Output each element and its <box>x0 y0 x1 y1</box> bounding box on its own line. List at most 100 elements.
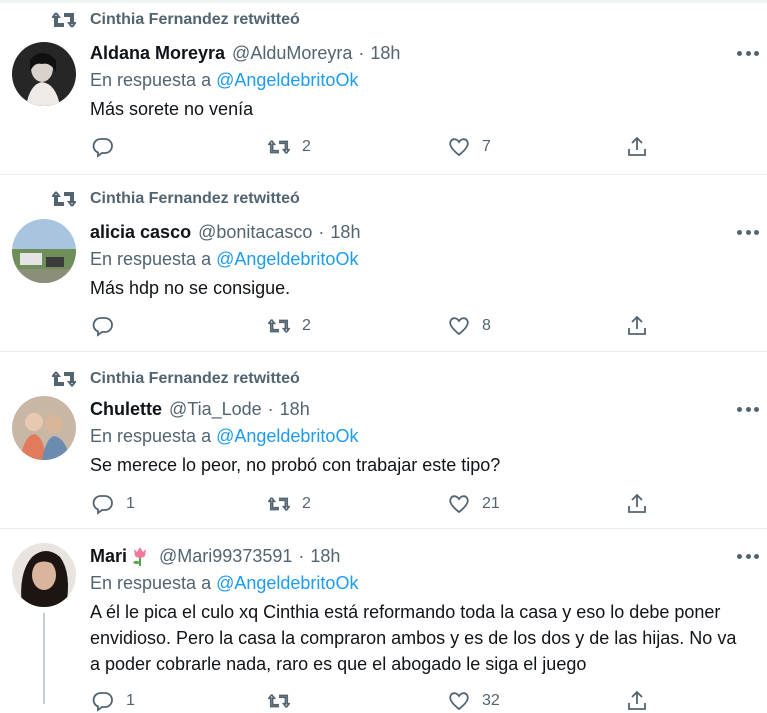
reply-prefix: En respuesta a <box>90 70 212 90</box>
tweet-actions: 1 32 <box>90 689 670 713</box>
separator-dot: · <box>298 545 305 566</box>
timestamp[interactable]: 18h <box>310 546 340 567</box>
reply-icon <box>92 138 113 158</box>
more-icon[interactable] <box>737 48 759 58</box>
tweet-header: Mari @Mari99373591 · 18h <box>90 543 340 569</box>
tweet-header: Aldana Moreyra @AlduMoreyra · 18h <box>90 40 400 66</box>
more-icon[interactable] <box>737 404 759 414</box>
timestamp[interactable]: 18h <box>330 222 360 243</box>
retweet-icon <box>52 191 76 207</box>
tweet-text: Más hdp no se consigue. <box>90 278 291 298</box>
tweet-actions: 1 2 21 <box>90 492 670 516</box>
tweet-text: Se merece lo peor, no probó con trabajar… <box>90 455 501 475</box>
retweet-icon <box>268 319 290 333</box>
tweet-text: Más sorete no venía <box>90 99 254 119</box>
like-count: 8 <box>482 317 491 334</box>
retweet-count: 2 <box>302 495 311 512</box>
tweet[interactable]: Cinthia Fernandez retwitteó alicia casco… <box>0 175 767 352</box>
reply-count: 1 <box>126 495 135 512</box>
like-button[interactable]: 32 <box>448 689 500 713</box>
reply-context: En respuesta a @AngeldebritoOk <box>90 70 358 94</box>
retweet-label: Cinthia Fernandez retwitteó <box>90 190 300 207</box>
like-count: 21 <box>482 495 500 512</box>
retweet-icon <box>268 497 290 511</box>
author-name[interactable]: Mari <box>90 546 127 567</box>
reply-button[interactable] <box>92 135 126 159</box>
retweet-icon <box>52 371 76 387</box>
share-icon <box>628 136 646 156</box>
retweet-icon <box>268 694 290 708</box>
like-button[interactable]: 8 <box>448 314 491 338</box>
reply-mention[interactable]: @AngeldebritoOk <box>216 70 358 90</box>
reply-mention[interactable]: @AngeldebritoOk <box>216 249 358 269</box>
author-name[interactable]: alicia casco <box>90 222 191 243</box>
reply-context: En respuesta a @AngeldebritoOk <box>90 249 358 273</box>
timestamp[interactable]: 18h <box>370 43 400 64</box>
share-icon <box>628 690 646 710</box>
retweet-label: Cinthia Fernandez retwitteó <box>90 370 300 387</box>
author-handle[interactable]: @Mari99373591 <box>159 546 292 567</box>
tweet[interactable]: Cinthia Fernandez retwitteó Chulette @Ti… <box>0 352 767 529</box>
share-button[interactable] <box>626 492 660 516</box>
reply-mention[interactable]: @AngeldebritoOk <box>216 573 358 593</box>
retweet-context: Cinthia Fernandez retwitteó <box>52 369 300 389</box>
reply-context: En respuesta a @AngeldebritoOk <box>90 426 358 450</box>
avatar[interactable] <box>12 543 76 607</box>
retweet-button[interactable]: 2 <box>268 135 311 159</box>
share-icon <box>628 315 646 335</box>
avatar[interactable] <box>12 396 76 460</box>
heart-icon <box>449 317 469 336</box>
reply-button[interactable]: 1 <box>92 689 135 713</box>
retweet-button[interactable] <box>268 689 302 713</box>
heart-icon <box>449 692 469 711</box>
retweet-context: Cinthia Fernandez retwitteó <box>52 189 300 209</box>
separator-dot: · <box>358 42 365 63</box>
share-button[interactable] <box>626 314 660 338</box>
retweet-button[interactable]: 2 <box>268 492 311 516</box>
like-button[interactable]: 21 <box>448 492 500 516</box>
reply-prefix: En respuesta a <box>90 426 212 446</box>
author-handle[interactable]: @AlduMoreyra <box>232 43 352 64</box>
retweet-count: 2 <box>302 138 311 155</box>
heart-icon <box>449 138 469 157</box>
reply-mention[interactable]: @AngeldebritoOk <box>216 426 358 446</box>
more-icon[interactable] <box>737 551 759 561</box>
reply-prefix: En respuesta a <box>90 573 212 593</box>
separator-dot: · <box>267 398 274 419</box>
retweet-icon <box>52 12 76 28</box>
like-count: 7 <box>482 138 491 155</box>
separator-dot: · <box>318 221 325 242</box>
share-button[interactable] <box>626 135 660 159</box>
reply-icon <box>92 495 113 515</box>
timestamp[interactable]: 18h <box>280 399 310 420</box>
avatar[interactable] <box>12 42 76 106</box>
more-icon[interactable] <box>737 227 759 237</box>
reply-button[interactable]: 1 <box>92 492 135 516</box>
retweet-label: Cinthia Fernandez retwitteó <box>90 11 300 28</box>
tweet-header: alicia casco @bonitacasco · 18h <box>90 219 360 245</box>
reply-button[interactable] <box>92 314 126 338</box>
author-handle[interactable]: @bonitacasco <box>198 222 312 243</box>
retweet-button[interactable]: 2 <box>268 314 311 338</box>
share-button[interactable] <box>626 689 660 713</box>
tweet-actions: 2 8 <box>90 314 670 338</box>
thread-connector-line <box>43 613 45 704</box>
retweet-count: 2 <box>302 317 311 334</box>
tweet-actions: 2 7 <box>90 135 670 159</box>
author-handle[interactable]: @Tia_Lode <box>169 399 262 420</box>
avatar[interactable] <box>12 219 76 283</box>
tweet-header: Chulette @Tia_Lode · 18h <box>90 396 310 422</box>
reply-icon <box>92 317 113 337</box>
heart-icon <box>449 495 469 514</box>
like-count: 32 <box>482 692 500 709</box>
reply-count: 1 <box>126 692 135 709</box>
tweet-text: A él le pica el culo xq Cinthia está ref… <box>90 602 737 674</box>
reply-prefix: En respuesta a <box>90 249 212 269</box>
share-icon <box>628 493 646 513</box>
tweet[interactable]: Cinthia Fernandez retwitteó Aldana Morey… <box>0 0 767 175</box>
author-name[interactable]: Aldana Moreyra <box>90 43 225 64</box>
retweet-context: Cinthia Fernandez retwitteó <box>52 10 300 30</box>
author-name[interactable]: Chulette <box>90 399 162 420</box>
like-button[interactable]: 7 <box>448 135 491 159</box>
tweet[interactable]: Mari @Mari99373591 · 18h En respuesta a … <box>0 529 767 712</box>
